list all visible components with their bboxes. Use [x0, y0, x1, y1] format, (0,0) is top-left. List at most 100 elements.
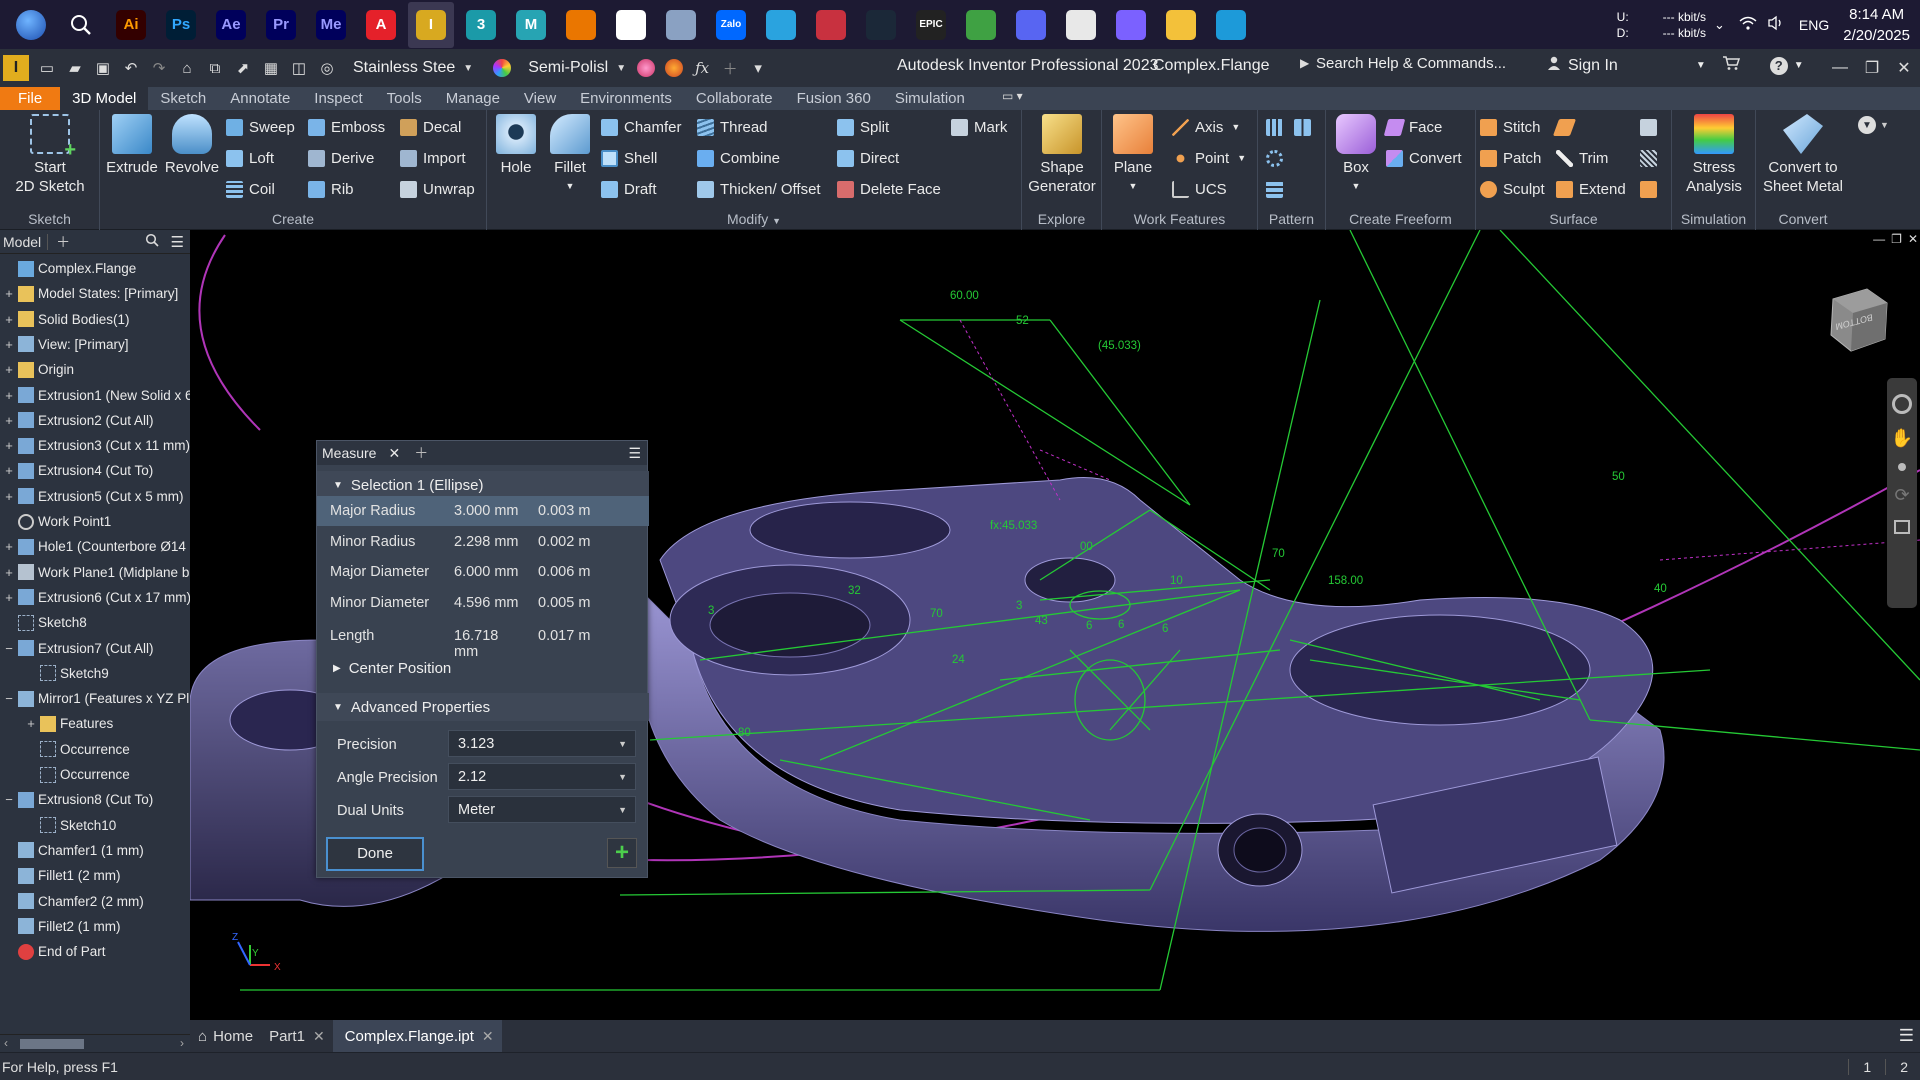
taskbar-app-after-effects[interactable]: Ae	[208, 2, 254, 48]
tree-item[interactable]: − Extrusion7 (Cut All)	[4, 636, 154, 661]
tab-home[interactable]: ⌂ Home	[190, 1020, 261, 1052]
extend-button[interactable]: Extend	[1556, 178, 1626, 200]
point-button[interactable]: Point ▼	[1172, 147, 1246, 169]
collapse-icon[interactable]: −	[4, 641, 14, 656]
tree-item[interactable]: + Extrusion1 (New Solid x 6	[4, 383, 193, 408]
stitch-button[interactable]: Stitch	[1480, 116, 1541, 138]
face-draft-button[interactable]	[1640, 178, 1663, 200]
tab-environments[interactable]: Environments	[568, 87, 684, 110]
wifi-icon[interactable]	[1739, 15, 1757, 34]
color-override-icon[interactable]: ◎	[316, 57, 338, 79]
tree-item[interactable]: Occurrence	[26, 762, 130, 787]
tab-tools[interactable]: Tools	[375, 87, 434, 110]
chevron-down-icon[interactable]: ⌄	[1714, 17, 1725, 33]
sketch-pattern-button[interactable]	[1266, 178, 1289, 200]
extrude-button[interactable]: Extrude	[106, 114, 158, 177]
tab-complex-flange[interactable]: Complex.Flange.ipt ✕	[332, 1020, 502, 1052]
taskbar-app-illustrator[interactable]: Ai	[108, 2, 154, 48]
tree-item[interactable]: Sketch8	[4, 610, 87, 635]
parameters-fx-icon[interactable]: ƒx	[691, 57, 713, 79]
volume-icon[interactable]	[1767, 15, 1785, 34]
new-file-icon[interactable]: ▭	[36, 57, 58, 79]
taskbar-app-calculator[interactable]	[1058, 2, 1104, 48]
dimension-label[interactable]: 80	[738, 727, 751, 739]
close-icon[interactable]: ✕	[388, 445, 400, 462]
measure-tab[interactable]: Measure	[322, 445, 376, 461]
taskbar-app-red-app[interactable]	[808, 2, 854, 48]
tab-3d-model[interactable]: 3D Model	[60, 87, 149, 110]
center-position-section[interactable]: ▶ Center Position	[317, 654, 649, 682]
adjust-appearance-icon[interactable]	[635, 57, 657, 79]
freeform-convert-button[interactable]: Convert	[1386, 147, 1462, 169]
tree-item[interactable]: + Solid Bodies(1)	[4, 307, 130, 332]
chevron-right-icon[interactable]: ▶	[1300, 56, 1309, 70]
import-button[interactable]: Import	[400, 147, 466, 169]
minimize-icon[interactable]: —	[1824, 59, 1856, 77]
done-button[interactable]: Done	[326, 837, 424, 871]
mark-button[interactable]: Mark	[951, 116, 1007, 138]
tree-item[interactable]: + Extrusion6 (Cut x 17 mm)	[4, 585, 191, 610]
loft-button[interactable]: Loft	[226, 147, 274, 169]
tree-item[interactable]: Chamfer1 (1 mm)	[4, 838, 144, 863]
tab-manage[interactable]: Manage	[434, 87, 512, 110]
taskbar-app-palette-app[interactable]	[658, 2, 704, 48]
expand-icon[interactable]: +	[4, 590, 14, 605]
fillet-button[interactable]: Fillet ▼	[545, 114, 595, 196]
thread-button[interactable]: Thread	[697, 116, 768, 138]
dimension-label[interactable]: 32	[848, 585, 861, 597]
tab-sketch[interactable]: Sketch	[148, 87, 218, 110]
ribbon-options-icon[interactable]: ▼ ▼	[1858, 116, 1889, 134]
combine-button[interactable]: Combine	[697, 147, 780, 169]
tree-item[interactable]: + Origin	[4, 357, 74, 382]
taskbar-app-steam[interactable]	[858, 2, 904, 48]
close-icon[interactable]: ✕	[482, 1028, 494, 1045]
direct-button[interactable]: Direct	[837, 147, 899, 169]
split-button[interactable]: Split	[837, 116, 889, 138]
search-icon[interactable]	[145, 233, 159, 250]
minimize-icon[interactable]: —	[1873, 232, 1885, 246]
taskbar-app-green-app[interactable]	[958, 2, 1004, 48]
circular-pattern-button[interactable]	[1266, 147, 1289, 169]
stress-analysis-button[interactable]: Stress Analysis	[1676, 114, 1752, 196]
pan-hand-icon[interactable]: ✋	[1891, 428, 1913, 449]
taskbar-app-3dsmax[interactable]: 3	[458, 2, 504, 48]
restore-icon[interactable]: ❐	[1891, 232, 1902, 246]
derive-button[interactable]: Derive	[308, 147, 374, 169]
taskbar-app-photoshop[interactable]: Ps	[158, 2, 204, 48]
tree-item[interactable]: Fillet1 (2 mm)	[4, 863, 121, 888]
tree-item[interactable]: Chamfer2 (2 mm)	[4, 889, 144, 914]
tree-item[interactable]: Occurrence	[26, 737, 130, 762]
add-icon[interactable]: ＋	[719, 57, 741, 79]
taskbar-app-autocad[interactable]: A	[358, 2, 404, 48]
restore-icon[interactable]: ❐	[1856, 58, 1888, 78]
unwrap-button[interactable]: Unwrap	[400, 178, 475, 200]
fit-mesh-face-button[interactable]	[1640, 147, 1663, 169]
selection-section[interactable]: ▼ Selection 1 (Ellipse)	[317, 471, 649, 499]
browser-scrollbar[interactable]: ‹ ›	[0, 1034, 190, 1052]
project-icon[interactable]: ▦	[260, 57, 282, 79]
expand-icon[interactable]: +	[26, 716, 36, 731]
repair-bodies-button[interactable]	[1640, 116, 1663, 138]
tab-fusion-360[interactable]: Fusion 360	[785, 87, 883, 110]
measure-row-minor-diameter[interactable]: Minor Diameter 4.596 mm 0.005 m	[317, 588, 649, 618]
taskbar-app-media-encoder[interactable]: Me	[308, 2, 354, 48]
dimension-label[interactable]: 158.00	[1328, 575, 1363, 587]
tree-item[interactable]: Complex.Flange	[4, 256, 136, 281]
expand-icon[interactable]: +	[4, 388, 14, 403]
coil-button[interactable]: Coil	[226, 178, 275, 200]
sign-in-button[interactable]: Sign In ▼ ? ▼	[1546, 55, 1804, 76]
cart-icon[interactable]	[1722, 55, 1740, 76]
taskbar-app-discord[interactable]	[1008, 2, 1054, 48]
taskbar-app-edge[interactable]	[1208, 2, 1254, 48]
expand-icon[interactable]: +	[4, 463, 14, 478]
expand-icon[interactable]: +	[4, 337, 14, 352]
tab-view[interactable]: View	[512, 87, 568, 110]
ucs-button[interactable]: UCS	[1172, 178, 1227, 200]
zoom-icon[interactable]	[1898, 463, 1906, 471]
dimension-label[interactable]: 6	[1118, 619, 1124, 631]
dimension-label[interactable]: 70	[930, 608, 943, 620]
measure-row-major-diameter[interactable]: Major Diameter 6.000 mm 0.006 m	[317, 557, 649, 587]
home-icon[interactable]: ⌂	[176, 57, 198, 79]
precision-select[interactable]: 3.123 ▼	[448, 730, 636, 757]
chevron-left-icon[interactable]: ‹	[4, 1036, 8, 1050]
